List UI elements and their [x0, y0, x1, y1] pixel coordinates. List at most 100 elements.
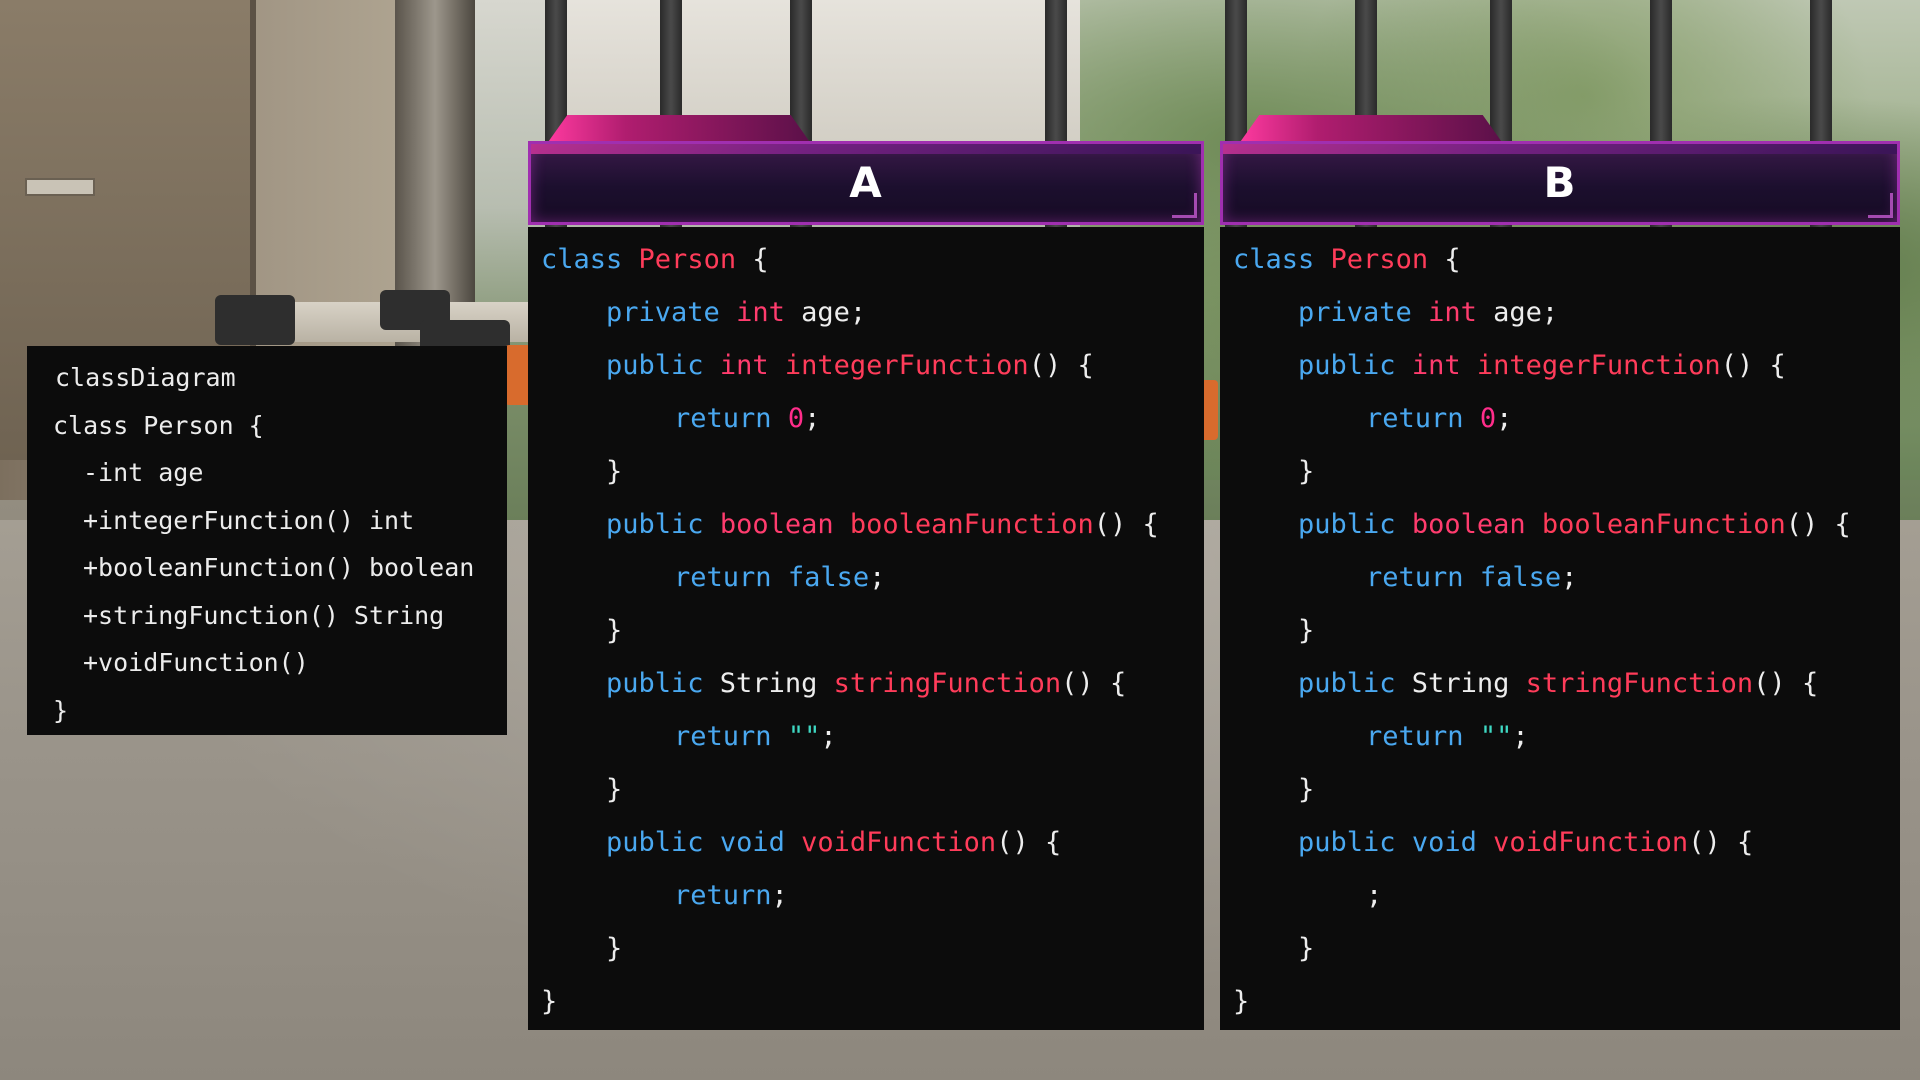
code-token: voidFunction [801, 827, 997, 858]
code-token: return [674, 403, 772, 434]
option-b-card[interactable]: B class Person { private int age; public i… [1220, 115, 1900, 1030]
code-line: return 0; [528, 392, 1204, 445]
code-line: return false; [528, 551, 1204, 604]
option-a-card[interactable]: A class Person {private int age; public i… [528, 115, 1204, 1030]
code-token: () { [1028, 350, 1094, 381]
code-line: private int age; [528, 286, 1204, 339]
code-token: ; [820, 721, 837, 752]
code-line: } [528, 975, 1204, 1028]
diagram-line: +voidFunction() [83, 648, 309, 677]
code-token: integerFunction [784, 350, 1029, 381]
code-token: 0 [787, 403, 805, 434]
code-line: class Person { [1220, 233, 1900, 286]
code-token: () { [1785, 509, 1851, 540]
code-line: ; [1220, 869, 1900, 922]
code-token: () { [1753, 668, 1819, 699]
code-token: Person [638, 244, 737, 275]
option-a-code: class Person {private int age; public int… [528, 227, 1204, 1030]
code-line: public int integerFunction() { [528, 339, 1204, 392]
code-token: void [719, 827, 785, 858]
code-line: } [1220, 445, 1900, 498]
code-token: return [1366, 721, 1464, 752]
code-line: return; [528, 869, 1204, 922]
code-line: } [1220, 604, 1900, 657]
code-token: } [606, 456, 623, 487]
code-token: } [1298, 615, 1315, 646]
diagram-line: -int age [83, 458, 204, 487]
code-line: } [1220, 975, 1900, 1028]
code-token: private [1298, 297, 1412, 328]
diagram-line: classDiagram [55, 363, 236, 392]
cabinet-sign [25, 178, 95, 196]
code-line: } [1220, 763, 1900, 816]
code-token: public [606, 350, 704, 381]
code-token: public [1298, 350, 1396, 381]
code-token: return [674, 562, 772, 593]
code-line: } [528, 922, 1204, 975]
code-token: } [541, 986, 558, 1017]
code-token: ; [804, 403, 821, 434]
diagram-line: +integerFunction() int [83, 505, 415, 535]
option-a-header[interactable]: A [528, 115, 1204, 227]
code-token: ; [1561, 562, 1578, 593]
code-token: return [1366, 403, 1464, 434]
code-token: } [1298, 456, 1315, 487]
code-token: public [606, 509, 704, 540]
option-b-header[interactable]: B [1220, 115, 1900, 227]
code-token: ; [771, 880, 788, 911]
code-token: boolean [1411, 509, 1526, 540]
diagram-line: +booleanFunction() boolean [83, 553, 475, 582]
code-token: Person [1330, 244, 1429, 275]
code-line: public int integerFunction() { [1220, 339, 1900, 392]
code-token: age; [1476, 297, 1559, 328]
code-token: () { [1093, 509, 1159, 540]
code-token: age; [784, 297, 867, 328]
code-token: booleanFunction [1541, 509, 1786, 540]
code-line: } [528, 763, 1204, 816]
option-b-code: class Person { private int age; public int… [1220, 227, 1900, 1030]
code-line: public void voidFunction() { [528, 816, 1204, 869]
code-token: } [606, 933, 623, 964]
class-diagram-panel: classDiagram class Person { -int age +in… [27, 346, 507, 735]
code-token: ; [1512, 721, 1529, 752]
code-token: ; [869, 562, 886, 593]
code-token: int [1428, 297, 1477, 328]
code-token: { [1428, 244, 1461, 275]
code-token: () { [1720, 350, 1786, 381]
code-token: } [1298, 933, 1315, 964]
code-token: boolean [719, 509, 834, 540]
code-token: () { [996, 827, 1062, 858]
code-token: public [1298, 827, 1396, 858]
code-line: public boolean booleanFunction() { [528, 498, 1204, 551]
option-a-letter: A [849, 158, 883, 207]
code-line: return 0; [1220, 392, 1900, 445]
code-token: false [1479, 562, 1562, 593]
code-token: "" [1479, 721, 1513, 752]
code-token: class [541, 244, 623, 275]
diagram-line: } [53, 695, 69, 725]
code-token: return [674, 880, 772, 911]
code-token: stringFunction [1525, 668, 1754, 699]
code-token: return [674, 721, 772, 752]
code-token: 0 [1479, 403, 1497, 434]
code-token: () { [1688, 827, 1754, 858]
code-token: ; [1496, 403, 1513, 434]
code-token: public [1298, 509, 1396, 540]
